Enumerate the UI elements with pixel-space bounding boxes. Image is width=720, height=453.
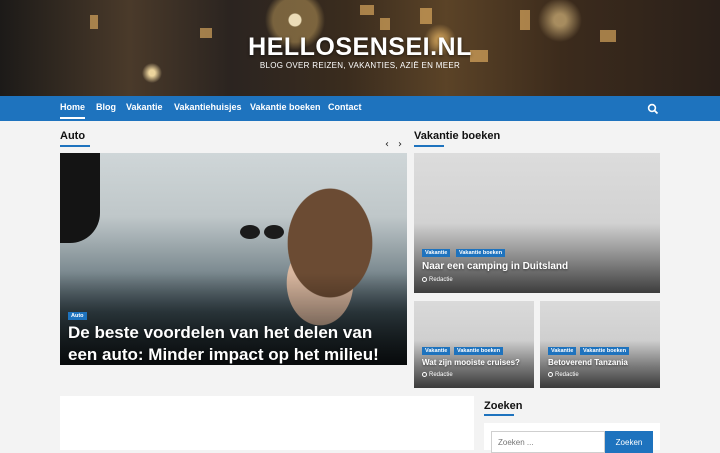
post-author[interactable]: Redactie (548, 372, 579, 378)
post-author[interactable]: Redactie (422, 277, 453, 283)
category-badge[interactable]: Vakantie (422, 249, 451, 257)
category-badge[interactable]: Vakantie boeken (580, 347, 630, 355)
author-name[interactable]: Redactie (429, 372, 453, 378)
nav-item-vakantie-boeken[interactable]: Vakantie boeken (250, 102, 321, 112)
section-underline (414, 145, 444, 147)
post-card-small[interactable]: Vakantie Vakantie boeken Betoverend Tanz… (540, 301, 660, 388)
nav-item-vakantiehuisjes[interactable]: Vakantiehuisjes (174, 102, 242, 112)
post-author[interactable]: Redactie (422, 372, 453, 378)
nav-item-contact[interactable]: Contact (328, 102, 362, 112)
nav-item-home[interactable]: Home (60, 102, 86, 119)
site-title[interactable]: HELLOSENSEI.NL (0, 33, 720, 62)
chevron-left-icon[interactable]: ‹ (382, 139, 392, 150)
header-window-light (420, 8, 432, 24)
nav-item-blog[interactable]: Blog (96, 102, 116, 112)
section-title-vakantie-boeken: Vakantie boeken (414, 130, 501, 142)
user-icon (422, 277, 427, 282)
category-badge[interactable]: Vakantie boeken (454, 347, 504, 355)
post-title[interactable]: Wat zijn mooiste cruises? (422, 358, 520, 367)
featured-title-line1[interactable]: De beste voordelen van het delen van (68, 322, 403, 344)
post-title[interactable]: Naar een camping in Duitsland (422, 261, 568, 272)
author-name[interactable]: Redactie (429, 277, 453, 283)
main-nav: Home Blog Vakantie Vakantiehuisjes Vakan… (0, 96, 720, 121)
header-window-light (90, 15, 98, 29)
user-icon (548, 372, 553, 377)
post-card-main[interactable]: Vakantie Vakantie boeken Naar een campin… (414, 153, 660, 293)
featured-title[interactable]: De beste voordelen van het delen van een… (68, 322, 403, 365)
sunglasses (240, 225, 300, 239)
header-window-light (360, 5, 374, 15)
site-tagline: BLOG OVER REIZEN, VAKANTIES, AZIË EN MEE… (259, 61, 461, 70)
author-name[interactable]: Redactie (555, 372, 579, 378)
category-badge[interactable]: Vakantie (422, 347, 451, 355)
search-icon[interactable] (647, 103, 659, 115)
widget-title-zoeken: Zoeken (484, 400, 523, 412)
header-window-light (380, 18, 390, 30)
category-badge[interactable]: Vakantie (548, 347, 577, 355)
category-badge[interactable]: Vakantie boeken (456, 249, 506, 257)
post-title[interactable]: Betoverend Tanzania (548, 358, 628, 367)
content-panel (60, 396, 474, 450)
user-icon (422, 372, 427, 377)
section-title-auto: Auto (60, 130, 86, 142)
chevron-right-icon[interactable]: › (395, 139, 405, 150)
section-underline (60, 145, 90, 147)
header-window-light (520, 10, 530, 30)
post-card-small[interactable]: Vakantie Vakantie boeken Wat zijn mooist… (414, 301, 534, 388)
car-pillar (60, 153, 100, 243)
category-badge[interactable]: Auto (68, 312, 87, 320)
section-underline (484, 414, 514, 416)
nav-item-vakantie[interactable]: Vakantie (126, 102, 163, 112)
featured-slide[interactable]: Auto De beste voordelen van het delen va… (60, 153, 407, 365)
site-header: HELLOSENSEI.NL BLOG OVER REIZEN, VAKANTI… (0, 0, 720, 96)
featured-title-line2[interactable]: een auto: Minder impact op het milieu! (68, 344, 403, 365)
